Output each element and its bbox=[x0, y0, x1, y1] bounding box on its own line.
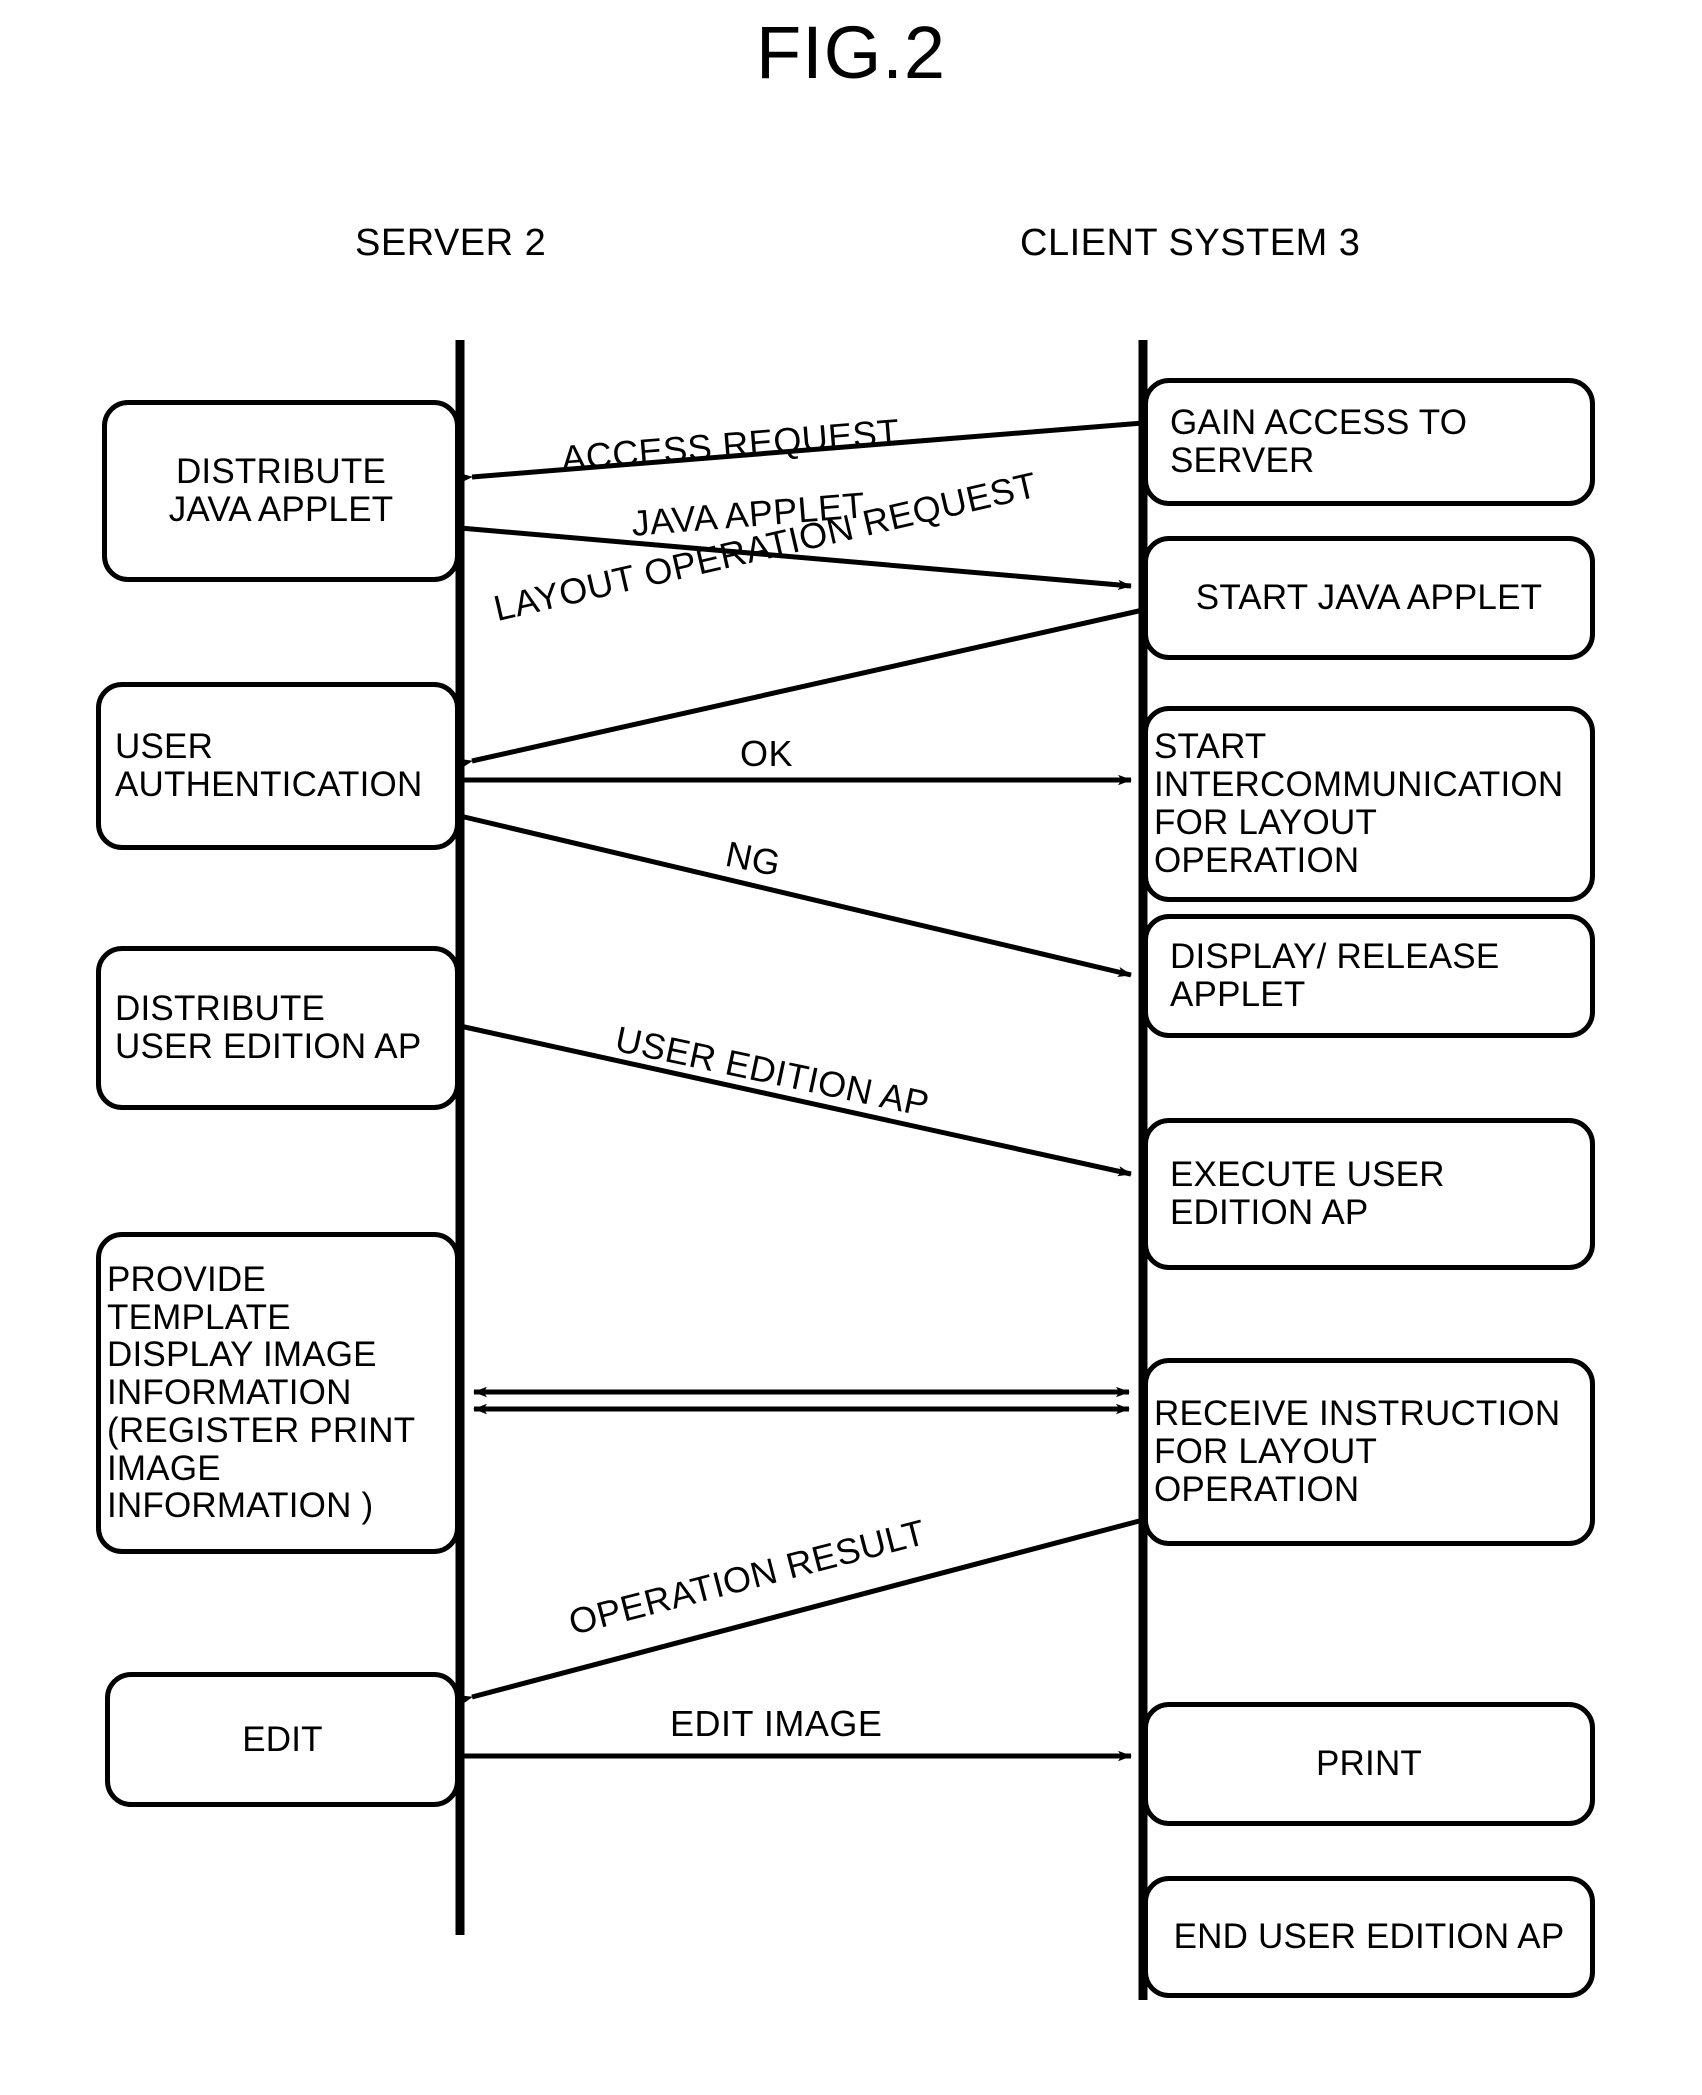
label-user-edition-ap: USER EDITION AP bbox=[611, 1018, 934, 1125]
node-start-java-applet[interactable]: START JAVA APPLET bbox=[1143, 536, 1595, 660]
column-header-server: SERVER 2 bbox=[355, 222, 547, 264]
node-print[interactable]: PRINT bbox=[1143, 1702, 1595, 1826]
arrow-ng bbox=[459, 813, 1132, 978]
label-layout-operation-request: LAYOUT OPERATION REQUEST bbox=[489, 463, 1041, 629]
label-operation-result: OPERATION RESULT bbox=[564, 1511, 930, 1643]
node-end-user-edition-ap[interactable]: END USER EDITION AP bbox=[1143, 1876, 1595, 1998]
node-start-intercommunication[interactable]: START INTERCOMMUNICATION FOR LAYOUT OPER… bbox=[1143, 706, 1595, 902]
node-edit[interactable]: EDIT bbox=[105, 1672, 460, 1807]
node-display-release-applet[interactable]: DISPLAY/ RELEASE APPLET bbox=[1143, 914, 1595, 1038]
label-ok: OK bbox=[740, 733, 794, 774]
node-provide-template[interactable]: PROVIDE TEMPLATE DISPLAY IMAGE INFORMATI… bbox=[96, 1232, 460, 1554]
node-execute-user-edition-ap[interactable]: EXECUTE USER EDITION AP bbox=[1143, 1118, 1595, 1270]
figure-canvas: FIG.2 SERVER 2 CLIENT SYSTEM 3 ACCESS RE… bbox=[0, 0, 1702, 2095]
node-receive-instruction[interactable]: RECEIVE INSTRUCTION FOR LAYOUT OPERATION bbox=[1143, 1358, 1595, 1546]
arrow-user-edition-ap bbox=[459, 1023, 1132, 1177]
column-header-client: CLIENT SYSTEM 3 bbox=[1020, 222, 1361, 264]
figure-title: FIG.2 bbox=[755, 11, 947, 94]
node-distribute-java-applet[interactable]: DISTRIBUTE JAVA APPLET bbox=[102, 400, 460, 582]
label-access-request: ACCESS REQUEST bbox=[559, 410, 902, 479]
node-distribute-user-edition-ap[interactable]: DISTRIBUTE USER EDITION AP bbox=[96, 946, 460, 1110]
label-ng: NG bbox=[722, 833, 785, 885]
label-edit-image: EDIT IMAGE bbox=[670, 1703, 883, 1744]
node-user-authentication[interactable]: USER AUTHENTICATION bbox=[96, 682, 460, 850]
node-gain-access-to-server[interactable]: GAIN ACCESS TO SERVER bbox=[1143, 378, 1595, 506]
arrow-layout-operation-request bbox=[458, 607, 1144, 769]
